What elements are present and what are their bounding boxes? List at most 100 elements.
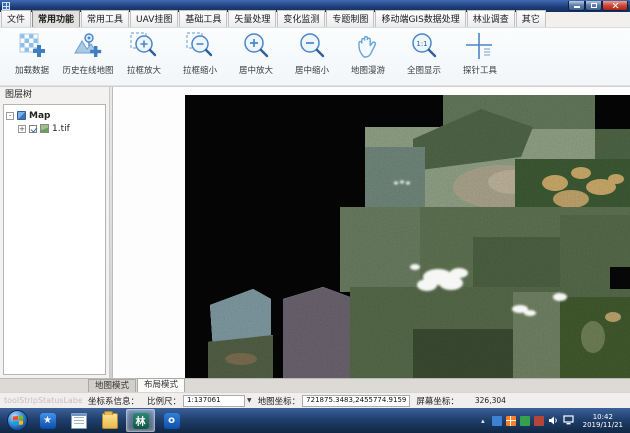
tool-label: 全图显示 bbox=[407, 64, 441, 76]
network-icon[interactable] bbox=[563, 415, 575, 426]
maximize-button[interactable] bbox=[585, 1, 602, 11]
tray-orange-app-icon[interactable] bbox=[506, 416, 516, 426]
menu-tab-forestry-survey[interactable]: 林业调查 bbox=[467, 10, 515, 27]
app-icon bbox=[2, 2, 10, 10]
box-zoom-out-icon bbox=[185, 30, 215, 62]
pan-hand-icon bbox=[353, 30, 383, 62]
tool-label: 探针工具 bbox=[463, 64, 497, 76]
clock-date: 2019/11/21 bbox=[583, 421, 623, 429]
box-zoom-in-button[interactable]: 拉框放大 bbox=[116, 30, 172, 84]
box-zoom-in-icon bbox=[129, 30, 159, 62]
tool-label: 居中放大 bbox=[239, 64, 273, 76]
tray-green-app-icon[interactable] bbox=[520, 416, 530, 426]
expand-expander-icon[interactable]: + bbox=[18, 125, 26, 133]
map-coordinate-value: 721875.3483,2455774.9159 bbox=[302, 395, 410, 407]
map-view[interactable] bbox=[113, 87, 630, 378]
layer-tree-panel: 图层树 - Map + 1.tif bbox=[0, 87, 110, 378]
raster-layer-icon bbox=[40, 124, 49, 133]
tool-label: 加载数据 bbox=[15, 64, 49, 76]
show-hidden-icons-button[interactable]: ▴ bbox=[481, 417, 485, 425]
svg-text:1:1: 1:1 bbox=[416, 40, 427, 48]
taskbar-clock[interactable]: 10:42 2019/11/21 bbox=[583, 413, 623, 429]
map-image bbox=[113, 87, 630, 378]
close-button[interactable] bbox=[602, 1, 628, 11]
view-mode-tab-strip: 地图模式 布局模式 bbox=[0, 378, 630, 392]
menu-tab-change-monitoring[interactable]: 变化监测 bbox=[277, 10, 325, 27]
journal-app-icon bbox=[71, 413, 87, 429]
center-zoom-in-button[interactable]: 居中放大 bbox=[228, 30, 284, 84]
menu-tab-common-functions[interactable]: 常用功能 bbox=[32, 10, 80, 27]
menu-tab-file[interactable]: 文件 bbox=[1, 10, 31, 27]
clock-time: 10:42 bbox=[583, 413, 623, 421]
probe-tool-button[interactable]: 探针工具 bbox=[452, 30, 508, 84]
maximize-icon bbox=[591, 3, 597, 8]
layer-panel-title: 图层树 bbox=[0, 87, 109, 103]
load-data-button[interactable]: 加载数据 bbox=[4, 30, 60, 84]
tab-layout-mode[interactable]: 布局模式 bbox=[137, 378, 185, 392]
full-extent-icon: 1:1 bbox=[409, 30, 439, 62]
tool-label: 拉框缩小 bbox=[183, 64, 217, 76]
combobox-arrow-icon[interactable]: ▼ bbox=[247, 397, 252, 404]
windows-taskbar: ★ 林 o ▴ 10 bbox=[0, 408, 630, 433]
center-zoom-out-icon bbox=[297, 30, 327, 62]
map-root-label: Map bbox=[29, 111, 50, 121]
menu-tab-basic-tools[interactable]: 基础工具 bbox=[179, 10, 227, 27]
scale-value-combobox[interactable]: 1:137061 bbox=[183, 395, 245, 407]
tab-map-mode[interactable]: 地图模式 bbox=[88, 379, 136, 392]
taskbar-folder-button[interactable] bbox=[95, 409, 124, 432]
star-app-icon: ★ bbox=[40, 413, 56, 429]
o-app-icon: o bbox=[164, 413, 180, 429]
toolbar: 加载数据 历史在线地图 bbox=[0, 28, 630, 86]
menu-tab-common-tools[interactable]: 常用工具 bbox=[81, 10, 129, 27]
layer-name: 1.tif bbox=[52, 124, 70, 134]
menu-tab-thematic-mapping[interactable]: 专题制图 bbox=[326, 10, 374, 27]
menu-tab-uav-map[interactable]: UAV挂图 bbox=[130, 10, 178, 27]
taskbar-forestry-app-button[interactable]: 林 bbox=[126, 409, 155, 432]
application-window: 文件 常用功能 常用工具 UAV挂图 基础工具 矢量处理 变化监测 专题制图 移… bbox=[0, 0, 630, 433]
tool-label: 地图漫游 bbox=[351, 64, 385, 76]
main-area: 图层树 - Map + 1.tif bbox=[0, 86, 630, 378]
pan-button[interactable]: 地图漫游 bbox=[340, 30, 396, 84]
menu-tab-other[interactable]: 其它 bbox=[516, 10, 546, 27]
minimize-icon bbox=[574, 6, 580, 8]
map-node-icon bbox=[17, 111, 26, 120]
tray-red-app-icon[interactable] bbox=[534, 416, 544, 426]
tool-label: 拉框放大 bbox=[127, 64, 161, 76]
status-bar: toolStripStatusLabel1 坐标系信息： 比例尺： 1:1370… bbox=[0, 392, 630, 408]
system-tray: ▴ 10:42 2019/11/21 bbox=[481, 413, 627, 429]
tree-node-map[interactable]: - Map bbox=[6, 109, 103, 122]
tree-node-layer[interactable]: + 1.tif bbox=[6, 122, 103, 135]
history-online-map-button[interactable]: 历史在线地图 bbox=[60, 30, 116, 84]
status-hidden-label: toolStripStatusLabel1 bbox=[4, 396, 82, 405]
taskbar-o-app-button[interactable]: o bbox=[157, 409, 186, 432]
online-map-icon bbox=[73, 30, 103, 62]
collapse-expander-icon[interactable]: - bbox=[6, 112, 14, 120]
layer-visibility-checkbox[interactable] bbox=[29, 125, 37, 133]
scale-label: 比例尺： bbox=[147, 395, 181, 407]
probe-crosshair-icon bbox=[465, 30, 495, 62]
full-extent-button[interactable]: 1:1 全图显示 bbox=[396, 30, 452, 84]
forestry-app-icon: 林 bbox=[133, 413, 149, 429]
map-coordinate-label: 地图坐标： bbox=[258, 395, 301, 407]
screen-coordinate-value: 326,304 bbox=[475, 396, 506, 405]
taskbar-star-app-button[interactable]: ★ bbox=[33, 409, 62, 432]
menu-tab-vector-processing[interactable]: 矢量处理 bbox=[228, 10, 276, 27]
menu-tab-mobile-gis-data[interactable]: 移动端GIS数据处理 bbox=[375, 10, 465, 27]
tool-label: 历史在线地图 bbox=[62, 64, 113, 76]
screen-coordinate-label: 屏幕坐标： bbox=[416, 395, 459, 407]
center-zoom-in-icon bbox=[241, 30, 271, 62]
tool-label: 居中缩小 bbox=[295, 64, 329, 76]
box-zoom-out-button[interactable]: 拉框缩小 bbox=[172, 30, 228, 84]
load-data-icon bbox=[17, 30, 47, 62]
start-button[interactable] bbox=[7, 410, 28, 431]
taskbar-journal-app-button[interactable] bbox=[64, 409, 93, 432]
center-zoom-out-button[interactable]: 居中缩小 bbox=[284, 30, 340, 84]
menu-tab-bar: 文件 常用功能 常用工具 UAV挂图 基础工具 矢量处理 变化监测 专题制图 移… bbox=[0, 12, 630, 28]
tray-blue-app-icon[interactable] bbox=[492, 416, 502, 426]
volume-icon[interactable] bbox=[548, 415, 559, 426]
layer-tree[interactable]: - Map + 1.tif bbox=[3, 104, 106, 375]
close-icon bbox=[612, 2, 619, 9]
minimize-button[interactable] bbox=[568, 1, 585, 11]
folder-icon bbox=[102, 413, 118, 429]
windows-logo-icon bbox=[13, 415, 23, 425]
